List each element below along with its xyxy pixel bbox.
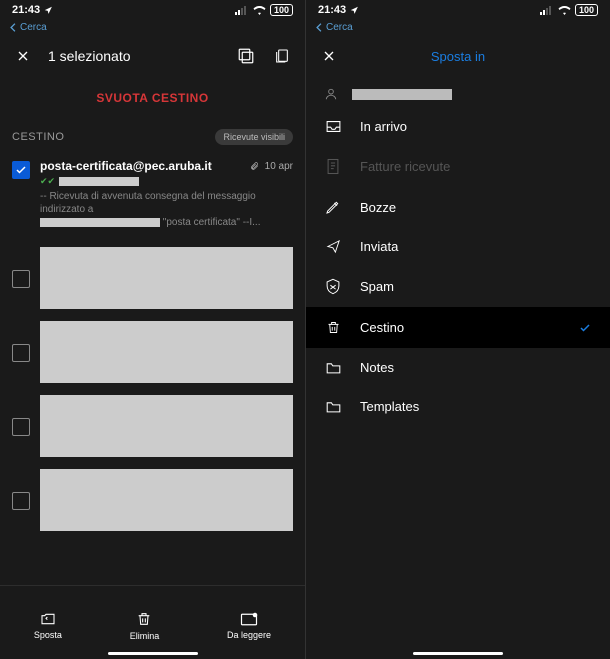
mail-item-selected[interactable]: posta-certificata@pec.aruba.it 10 apr ✔✔… bbox=[0, 151, 305, 241]
mail-checkbox[interactable] bbox=[12, 161, 30, 179]
location-icon bbox=[350, 6, 359, 15]
receipt-icon bbox=[324, 158, 342, 175]
ios-back-search[interactable]: Cerca bbox=[0, 20, 305, 35]
folder-invoices: Fatture ricevute bbox=[306, 146, 610, 187]
send-icon bbox=[324, 239, 342, 254]
move-title: Sposta in bbox=[354, 49, 562, 64]
status-time: 21:43 bbox=[12, 4, 40, 16]
mail-checkbox[interactable] bbox=[12, 344, 30, 362]
folder-notes[interactable]: Notes bbox=[306, 348, 610, 387]
mail-checkbox[interactable] bbox=[12, 418, 30, 436]
mail-snippet: -- Ricevuta di avvenuta consegna del mes… bbox=[40, 190, 293, 229]
battery-icon: 100 bbox=[270, 4, 293, 16]
folder-spam[interactable]: Spam bbox=[306, 266, 610, 307]
battery-icon: 100 bbox=[575, 4, 598, 16]
inbox-icon bbox=[324, 119, 342, 134]
folder-inbox[interactable]: In arrivo bbox=[306, 107, 610, 146]
attachment-icon bbox=[250, 161, 259, 171]
mail-sender: posta-certificata@pec.aruba.it bbox=[40, 159, 244, 173]
close-icon[interactable] bbox=[12, 45, 34, 67]
account-row[interactable] bbox=[306, 77, 610, 107]
pencil-icon bbox=[324, 199, 342, 215]
archive-icon[interactable] bbox=[235, 45, 257, 67]
delivered-icon: ✔✔ bbox=[40, 176, 55, 187]
folder-templates[interactable]: Templates bbox=[306, 387, 610, 426]
folder-sent[interactable]: Inviata bbox=[306, 227, 610, 266]
close-icon[interactable] bbox=[318, 45, 340, 67]
right-screen: 21:43 100 Cerca Sposta in In arrivo Fatt… bbox=[305, 0, 610, 659]
mail-item-placeholder[interactable] bbox=[0, 463, 305, 537]
selection-header: 1 selezionato bbox=[0, 35, 305, 77]
signal-icon bbox=[540, 6, 554, 15]
selection-count: 1 selezionato bbox=[48, 48, 221, 64]
mail-item-placeholder[interactable] bbox=[0, 389, 305, 463]
status-time: 21:43 bbox=[318, 4, 346, 16]
wifi-icon bbox=[558, 6, 571, 15]
section-header: CESTINO Ricevute visibili bbox=[0, 125, 305, 151]
home-indicator[interactable] bbox=[413, 652, 503, 655]
folder-icon bbox=[324, 400, 342, 414]
wifi-icon bbox=[253, 6, 266, 15]
person-icon bbox=[324, 87, 338, 101]
mail-date: 10 apr bbox=[265, 161, 293, 172]
mail-checkbox[interactable] bbox=[12, 270, 30, 288]
location-icon bbox=[44, 6, 53, 15]
empty-trash-button[interactable]: SVUOTA CESTINO bbox=[0, 77, 305, 125]
mail-item-placeholder[interactable] bbox=[0, 315, 305, 389]
receipts-visible-pill[interactable]: Ricevute visibili bbox=[215, 129, 293, 145]
mark-unread-button[interactable]: Da leggere bbox=[227, 612, 271, 640]
redacted-subject bbox=[59, 177, 139, 186]
status-bar: 21:43 100 bbox=[0, 0, 305, 20]
bottom-toolbar: Sposta Elimina Da leggere bbox=[0, 585, 305, 659]
section-label: CESTINO bbox=[12, 131, 64, 143]
move-header: Sposta in bbox=[306, 35, 610, 77]
move-button[interactable]: Sposta bbox=[34, 611, 62, 640]
home-indicator[interactable] bbox=[108, 652, 198, 655]
folder-icon bbox=[324, 361, 342, 375]
mail-item-placeholder[interactable] bbox=[0, 241, 305, 315]
copy-icon[interactable] bbox=[271, 45, 293, 67]
signal-icon bbox=[235, 6, 249, 15]
mail-checkbox[interactable] bbox=[12, 492, 30, 510]
spam-icon bbox=[324, 278, 342, 295]
selected-check-icon bbox=[578, 322, 592, 334]
ios-back-search[interactable]: Cerca bbox=[306, 20, 610, 35]
status-bar: 21:43 100 bbox=[306, 0, 610, 20]
left-screen: 21:43 100 Cerca 1 selezionato SVUOTA CES… bbox=[0, 0, 305, 659]
folder-trash[interactable]: Cestino bbox=[306, 307, 610, 348]
delete-button[interactable]: Elimina bbox=[130, 610, 160, 641]
redacted-account bbox=[352, 89, 452, 100]
trash-icon bbox=[324, 319, 342, 336]
folder-drafts[interactable]: Bozze bbox=[306, 187, 610, 227]
